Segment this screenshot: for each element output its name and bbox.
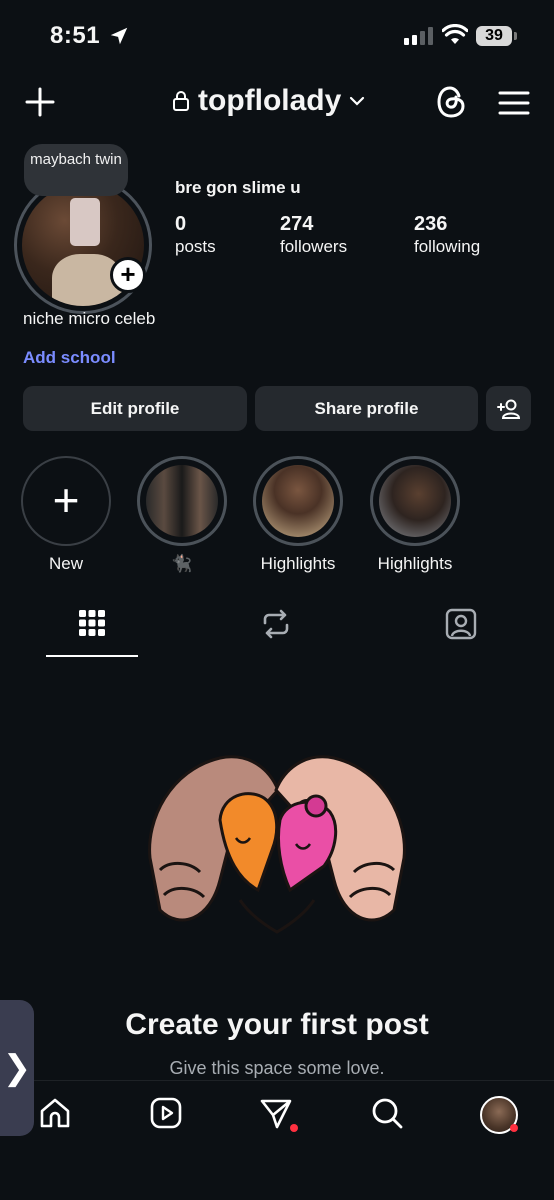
wifi-icon — [442, 24, 468, 44]
followers-label: followers — [280, 237, 348, 256]
empty-state-title: Create your first post — [125, 1008, 429, 1041]
highlight-new-circle: + — [21, 456, 111, 546]
highlight-item[interactable]: Highlights — [252, 456, 344, 574]
battery-indicator: 39 — [476, 26, 512, 46]
highlight-cover-ring — [137, 456, 227, 546]
messages-notification-dot — [290, 1124, 298, 1132]
highlight-new[interactable]: + New — [20, 456, 112, 574]
highlight-cover-ring — [253, 456, 343, 546]
following-count: 236 — [414, 213, 448, 235]
posts-label: posts — [175, 237, 216, 256]
highlight-label: New — [48, 554, 83, 573]
active-tab-indicator — [46, 655, 138, 657]
stat-followers[interactable]: 274 followers — [280, 212, 347, 258]
reposts-tab-icon[interactable] — [261, 608, 291, 640]
battery-nub — [514, 32, 517, 40]
search-icon[interactable] — [370, 1096, 404, 1130]
status-time: 8:51 — [50, 22, 101, 49]
highlight-cover-ring — [370, 456, 460, 546]
threads-icon[interactable] — [434, 84, 468, 120]
following-label: following — [414, 237, 481, 256]
heart-hands-illustration — [148, 755, 406, 934]
direct-messages-icon[interactable] — [259, 1096, 293, 1130]
highlight-label: 🐈‍⬛ — [171, 554, 193, 573]
highlight-label: Highlights — [260, 554, 336, 573]
side-panel-handle[interactable]: ❯ — [0, 1000, 34, 1136]
home-icon[interactable] — [38, 1096, 72, 1130]
stat-following[interactable]: 236 following — [414, 212, 480, 258]
cellular-signal-icon — [404, 27, 433, 45]
highlight-item[interactable]: 🐈‍⬛ — [136, 456, 228, 574]
plus-icon: + — [52, 474, 80, 526]
lock-icon — [173, 91, 189, 111]
location-arrow-icon — [110, 27, 128, 45]
posts-count: 0 — [175, 213, 187, 235]
add-school-link[interactable]: Add school — [23, 348, 116, 368]
profile-notification-dot — [510, 1124, 518, 1132]
highlight-cover — [379, 465, 451, 537]
empty-state-subtitle: Give this space some love. — [169, 1058, 385, 1078]
create-plus-icon[interactable] — [24, 86, 56, 118]
highlight-cover — [146, 465, 218, 537]
highlight-label: Highlights — [377, 554, 453, 573]
reels-icon[interactable] — [149, 1096, 183, 1130]
stat-posts[interactable]: 0 posts — [175, 212, 216, 258]
add-story-button[interactable]: + — [110, 257, 146, 293]
share-profile-button[interactable]: Share profile — [255, 386, 478, 431]
add-person-icon — [496, 399, 520, 419]
menu-icon[interactable] — [498, 90, 530, 116]
edit-profile-button[interactable]: Edit profile — [23, 386, 247, 431]
followers-count: 274 — [280, 213, 314, 235]
username: topflolady — [198, 84, 342, 117]
tagged-tab-icon[interactable] — [445, 608, 477, 640]
display-name: bre gon slime u — [175, 178, 301, 197]
grid-tab-icon[interactable] — [77, 608, 107, 638]
account-switcher[interactable]: topflolady — [172, 84, 365, 118]
bio-text: niche micro celeb — [23, 309, 156, 328]
chevron-down-icon — [350, 96, 365, 106]
highlight-item[interactable]: Highlights — [369, 456, 461, 574]
discover-people-button[interactable] — [486, 386, 531, 431]
highlight-cover — [262, 465, 334, 537]
note-bubble[interactable]: maybach twin — [24, 144, 128, 196]
